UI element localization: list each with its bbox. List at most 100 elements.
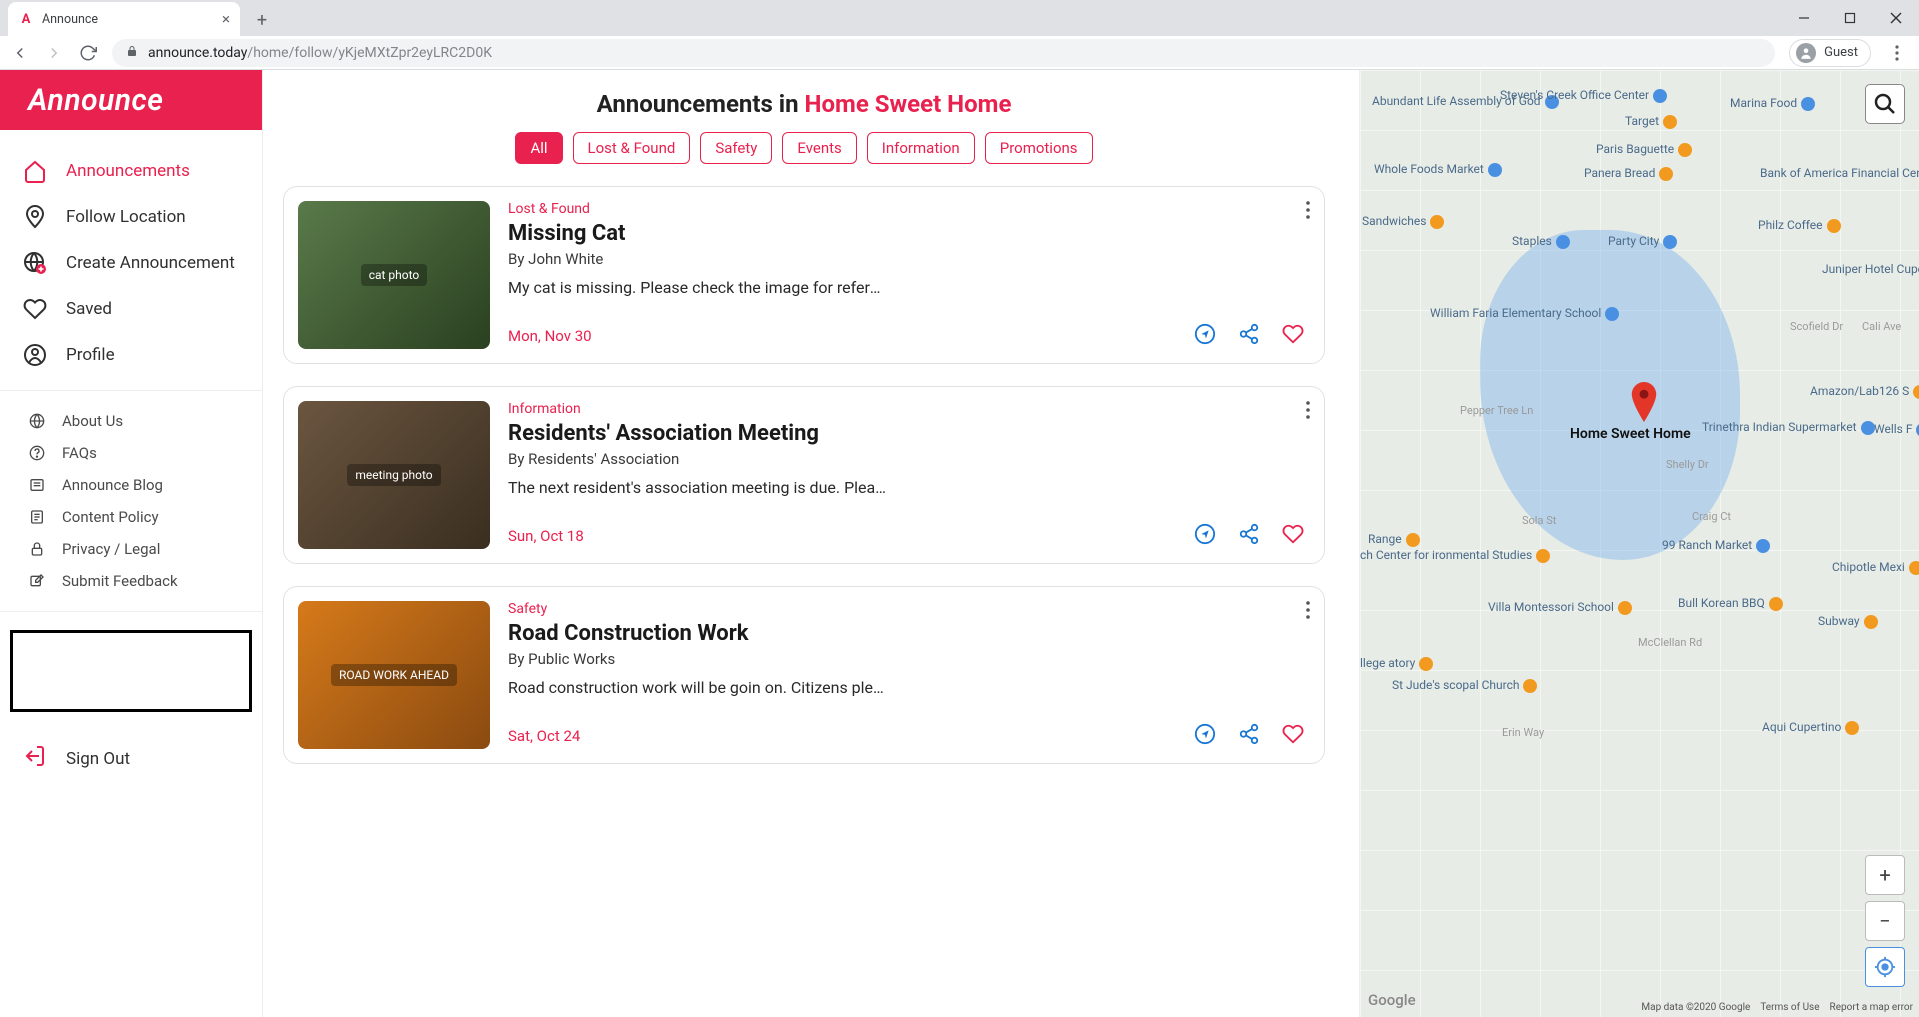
address-bar[interactable]: announce.today/home/follow/yKjeMXtZpr2ey… [112, 39, 1775, 67]
app-logo[interactable]: Announce [0, 70, 262, 130]
reload-button[interactable] [78, 43, 98, 63]
tab-favicon: A [18, 11, 34, 27]
card-title: Residents' Association Meeting [508, 421, 1310, 446]
map-locate-button[interactable] [1865, 947, 1905, 987]
browser-tab[interactable]: A Announce × [8, 2, 240, 36]
sidebar-link-content-policy[interactable]: Content Policy [0, 501, 262, 533]
nav-label: Announcements [66, 161, 190, 181]
map-attrib-link[interactable]: Report a map error [1830, 1002, 1913, 1013]
map-poi[interactable]: William Faria Elementary School [1430, 306, 1619, 321]
send-icon[interactable] [1194, 323, 1216, 349]
filter-information[interactable]: Information [867, 132, 975, 164]
card-menu-button[interactable] [1306, 401, 1310, 423]
card-description: My cat is missing. Please check the imag… [508, 278, 888, 297]
map-poi[interactable]: Whole Foods Market [1374, 162, 1502, 177]
sidebar-item-create-announcement[interactable]: Create Announcement [0, 240, 262, 286]
heart-icon[interactable] [1282, 523, 1304, 549]
map-pin-icon[interactable] [1630, 382, 1658, 422]
map-poi[interactable]: Paris Baguette [1596, 142, 1692, 157]
map-poi[interactable]: Villa Montessori School [1488, 600, 1632, 615]
map-poi[interactable]: St Jude's scopal Church [1392, 678, 1537, 693]
back-button[interactable] [10, 43, 30, 63]
map-google-logo: Google [1368, 991, 1416, 1009]
map-poi[interactable]: Range [1368, 532, 1420, 547]
map-poi[interactable]: Aqui Cupertino [1762, 720, 1859, 735]
map-poi[interactable]: llege atory [1360, 656, 1433, 671]
send-icon[interactable] [1194, 723, 1216, 749]
signout-label: Sign Out [66, 749, 130, 769]
sidebar-link-faqs[interactable]: FAQs [0, 437, 262, 469]
sidebar: Announce Announcements Follow LocationCre… [0, 70, 263, 1017]
send-icon[interactable] [1194, 523, 1216, 549]
secondary-nav: About UsFAQsAnnounce BlogContent PolicyP… [0, 391, 262, 612]
logo-text: Announce [28, 83, 163, 118]
tab-close-icon[interactable]: × [222, 10, 230, 28]
map-poi[interactable]: Trinethra Indian Supermarket [1702, 420, 1875, 435]
sidebar-link-privacy-legal[interactable]: Privacy / Legal [0, 533, 262, 565]
map-poi[interactable]: Panera Bread [1584, 166, 1673, 181]
map-poi[interactable]: Amazon/Lab126 S [1810, 384, 1919, 399]
map-poi[interactable]: Steven's Creek Office Center [1500, 88, 1667, 103]
filter-lost-found[interactable]: Lost & Found [573, 132, 691, 164]
sidebar-link-submit-feedback[interactable]: Submit Feedback [0, 565, 262, 597]
map-poi[interactable]: Juniper Hotel Cupertino, Curio… [1822, 262, 1919, 277]
heart-icon[interactable] [1282, 723, 1304, 749]
map-road-label: Sola St [1522, 514, 1556, 527]
card-menu-button[interactable] [1306, 601, 1310, 623]
address-row: announce.today/home/follow/yKjeMXtZpr2ey… [0, 36, 1919, 70]
map-poi[interactable]: Target [1625, 114, 1677, 129]
window-minimize-button[interactable] [1781, 0, 1827, 36]
announcement-card[interactable]: cat photoLost & FoundMissing CatBy John … [283, 186, 1325, 364]
globe-plus-icon [22, 250, 48, 276]
map-poi[interactable]: Subway [1818, 614, 1878, 629]
sidebar-item-follow-location[interactable]: Follow Location [0, 194, 262, 240]
share-icon[interactable] [1238, 723, 1260, 749]
sidebar-item-saved[interactable]: Saved [0, 286, 262, 332]
map-poi[interactable]: Bank of America Financial Center [1760, 166, 1919, 181]
share-icon[interactable] [1238, 523, 1260, 549]
forward-button[interactable] [44, 43, 64, 63]
page-title: Announcements in Home Sweet Home [283, 90, 1325, 118]
map-road-label: Craig Ct [1692, 510, 1731, 523]
signout-button[interactable]: Sign Out [0, 730, 262, 787]
map-poi[interactable]: Party City [1608, 234, 1677, 249]
card-menu-button[interactable] [1306, 201, 1310, 223]
map-poi[interactable]: ch Center for ironmental Studies [1360, 548, 1550, 563]
map-attrib-link[interactable]: Terms of Use [1760, 1002, 1819, 1013]
map-zoom-in-button[interactable]: + [1865, 855, 1905, 895]
filter-safety[interactable]: Safety [700, 132, 772, 164]
announcement-card[interactable]: ROAD WORK AHEADSafetyRoad Construction W… [283, 586, 1325, 764]
help-icon [28, 444, 46, 462]
share-icon[interactable] [1238, 323, 1260, 349]
heart-icon[interactable] [1282, 323, 1304, 349]
globe-icon [28, 412, 46, 430]
filter-events[interactable]: Events [782, 132, 856, 164]
filter-promotions[interactable]: Promotions [985, 132, 1093, 164]
map-search-button[interactable] [1865, 84, 1905, 124]
announcement-card[interactable]: meeting photoInformationResidents' Assoc… [283, 386, 1325, 564]
window-maximize-button[interactable] [1827, 0, 1873, 36]
map-panel[interactable]: Abundant Life Assembly of GodSteven's Cr… [1359, 70, 1919, 1017]
map-zoom-out-button[interactable]: − [1865, 901, 1905, 941]
map-poi[interactable]: Bull Korean BBQ [1678, 596, 1783, 611]
map-poi[interactable]: Philz Coffee [1758, 218, 1841, 233]
card-title: Missing Cat [508, 221, 1310, 246]
window-close-button[interactable] [1873, 0, 1919, 36]
map-attrib-link[interactable]: Map data ©2020 Google [1641, 1002, 1750, 1013]
map-poi[interactable]: Staples [1512, 234, 1570, 249]
new-tab-button[interactable]: + [248, 6, 276, 34]
sidebar-item-announcements[interactable]: Announcements [0, 148, 262, 194]
map-poi[interactable]: Chipotle Mexi [1832, 560, 1919, 575]
map-poi[interactable]: Sandwiches [1362, 214, 1444, 229]
sidebar-link-about-us[interactable]: About Us [0, 405, 262, 437]
map-poi[interactable]: Marina Food [1730, 96, 1815, 111]
browser-menu-button[interactable] [1885, 45, 1909, 61]
guest-profile-chip[interactable]: Guest [1789, 39, 1871, 67]
card-title: Road Construction Work [508, 621, 1310, 646]
filter-all[interactable]: All [515, 132, 562, 164]
map-poi[interactable]: Wells F [1874, 422, 1919, 437]
map-poi[interactable]: 99 Ranch Market [1662, 538, 1770, 553]
sidebar-link-announce-blog[interactable]: Announce Blog [0, 469, 262, 501]
map-road-label: Cali Ave [1862, 320, 1901, 333]
sidebar-item-profile[interactable]: Profile [0, 332, 262, 378]
